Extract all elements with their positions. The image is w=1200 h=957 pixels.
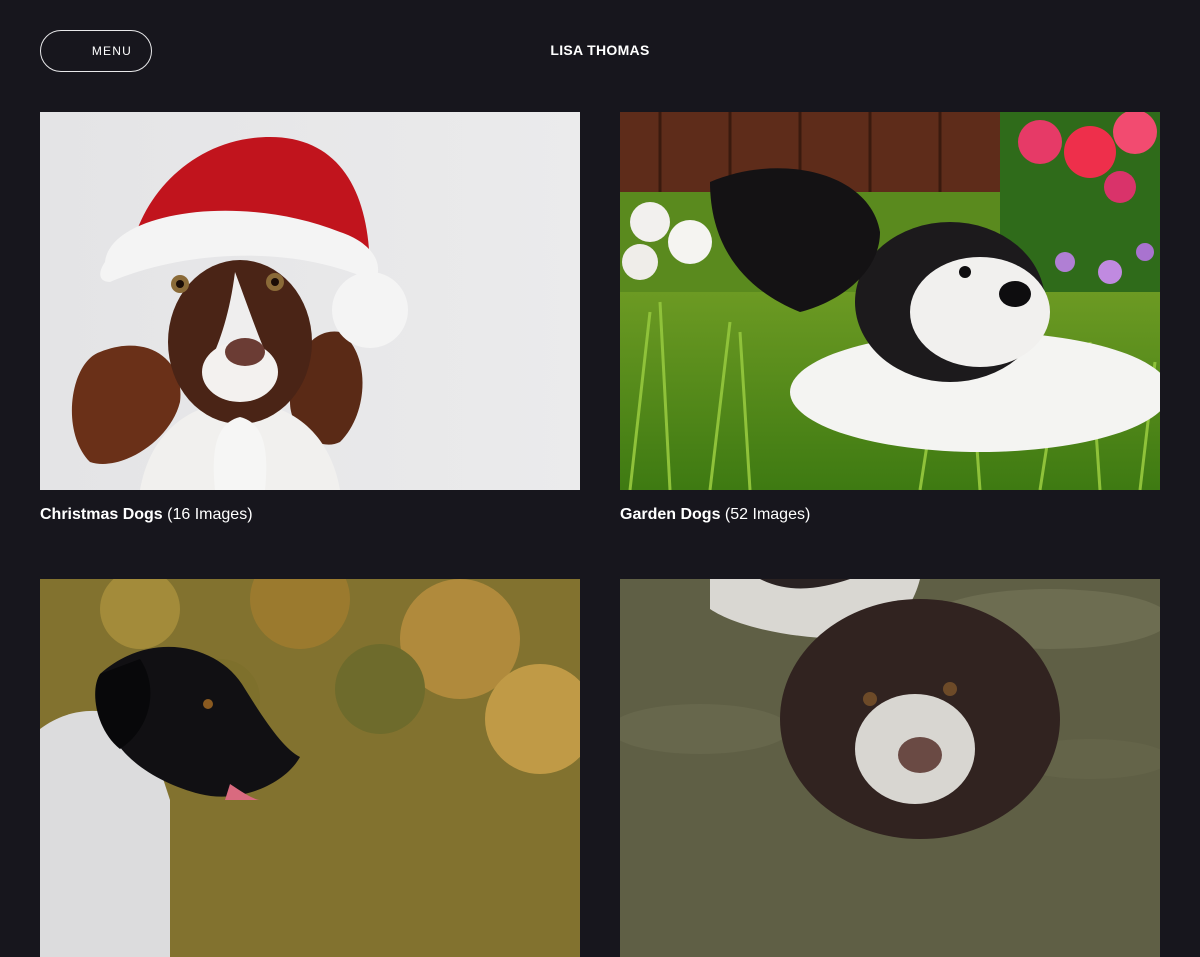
garden-dog-photo [620, 112, 1160, 490]
gallery-name: Garden Dogs [620, 506, 721, 523]
gallery-thumbnail[interactable] [620, 579, 1160, 957]
gallery-name: Christmas Dogs [40, 506, 163, 523]
gallery-card-water-dog[interactable] [620, 579, 1160, 957]
site-title: LISA THOMAS [550, 42, 650, 58]
gallery-thumbnail[interactable] [40, 579, 580, 957]
gallery-card-garden-dogs[interactable]: Garden Dogs (52 Images) [620, 112, 1160, 524]
christmas-dog-photo [40, 112, 580, 490]
gallery-caption[interactable]: Christmas Dogs (16 Images) [40, 506, 580, 524]
gallery-count: (16 Images) [167, 506, 253, 523]
gallery-card-christmas-dogs[interactable]: Christmas Dogs (16 Images) [40, 112, 580, 524]
gallery-caption[interactable]: Garden Dogs (52 Images) [620, 506, 1160, 524]
gallery-card-autumn-dog[interactable] [40, 579, 580, 957]
gallery-thumbnail[interactable] [40, 112, 580, 490]
gallery-count: (52 Images) [724, 506, 811, 523]
water-dog-photo [620, 579, 1160, 957]
gallery-thumbnail[interactable] [620, 112, 1160, 490]
autumn-dog-photo [40, 579, 580, 957]
